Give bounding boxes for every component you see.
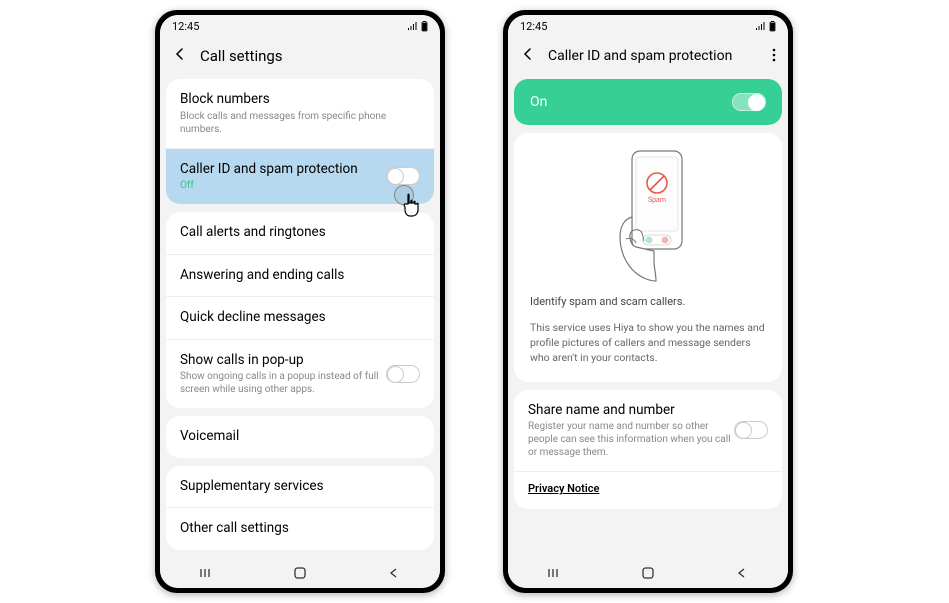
toggle-caller-id[interactable] (386, 167, 420, 185)
row-share-name[interactable]: Share name and number Register your name… (514, 390, 782, 473)
toggle-master[interactable] (732, 93, 766, 111)
page-title: Caller ID and spam protection (548, 48, 732, 64)
row-title: Share name and number (528, 402, 734, 420)
row-title: Voicemail (180, 428, 420, 446)
navbar (508, 558, 788, 588)
status-bar: 12:45 (160, 15, 440, 37)
row-block-numbers[interactable]: Block numbers Block calls and messages f… (166, 79, 434, 149)
nav-back-icon[interactable] (363, 567, 423, 579)
row-caller-id[interactable]: Caller ID and spam protection Off (166, 149, 434, 205)
toggle-popup[interactable] (386, 365, 420, 383)
row-title: Caller ID and spam protection (180, 161, 386, 179)
row-title: Supplementary services (180, 478, 420, 496)
nav-recents-icon[interactable] (525, 567, 585, 579)
header: Caller ID and spam protection (508, 37, 788, 75)
page-title: Call settings (200, 47, 283, 65)
more-icon[interactable] (772, 47, 776, 66)
toggle-share[interactable] (734, 421, 768, 439)
row-title: Quick decline messages (180, 309, 420, 327)
row-sub: Register your name and number so other p… (528, 420, 734, 459)
description-line2: This service uses Hiya to show you the n… (530, 320, 766, 366)
master-toggle-banner[interactable]: On (514, 79, 782, 125)
row-decline-messages[interactable]: Quick decline messages (166, 297, 434, 340)
row-voicemail[interactable]: Voicemail (166, 416, 434, 458)
row-answering[interactable]: Answering and ending calls (166, 255, 434, 298)
row-call-alerts[interactable]: Call alerts and ringtones (166, 212, 434, 255)
nav-home-icon[interactable] (270, 566, 330, 580)
row-sub: Block calls and messages from specific p… (180, 110, 420, 136)
phone-right: 12:45 Caller ID and spam protection On (503, 10, 793, 593)
row-sub: Show ongoing calls in a popup instead of… (180, 370, 386, 396)
row-title: Answering and ending calls (180, 267, 420, 285)
banner-label: On (530, 94, 547, 110)
svg-text:Spam: Spam (648, 196, 666, 204)
back-icon[interactable] (520, 46, 536, 66)
privacy-notice-link[interactable]: Privacy Notice (514, 472, 782, 509)
row-title: Show calls in pop-up (180, 352, 386, 370)
illustration-hand-phone-icon: Spam (588, 147, 708, 287)
row-title: Other call settings (180, 520, 420, 538)
phone-left: 12:45 Call settings Block numbers Block … (155, 10, 445, 593)
row-popup[interactable]: Show calls in pop-up Show ongoing calls … (166, 340, 434, 409)
status-icons (407, 21, 428, 32)
nav-home-icon[interactable] (618, 566, 678, 580)
row-sub: Off (180, 179, 386, 192)
row-other-settings[interactable]: Other call settings (166, 508, 434, 550)
back-icon[interactable] (172, 46, 188, 66)
row-supplementary[interactable]: Supplementary services (166, 466, 434, 509)
status-bar: 12:45 (508, 15, 788, 37)
status-time: 12:45 (520, 20, 547, 33)
header: Call settings (160, 37, 440, 75)
row-title: Call alerts and ringtones (180, 224, 420, 242)
status-icons (755, 21, 776, 32)
row-title: Block numbers (180, 91, 420, 109)
navbar (160, 558, 440, 588)
nav-back-icon[interactable] (711, 567, 771, 579)
description-line1: Identify spam and scam callers. (530, 295, 766, 308)
nav-recents-icon[interactable] (177, 567, 237, 579)
status-time: 12:45 (172, 20, 199, 33)
